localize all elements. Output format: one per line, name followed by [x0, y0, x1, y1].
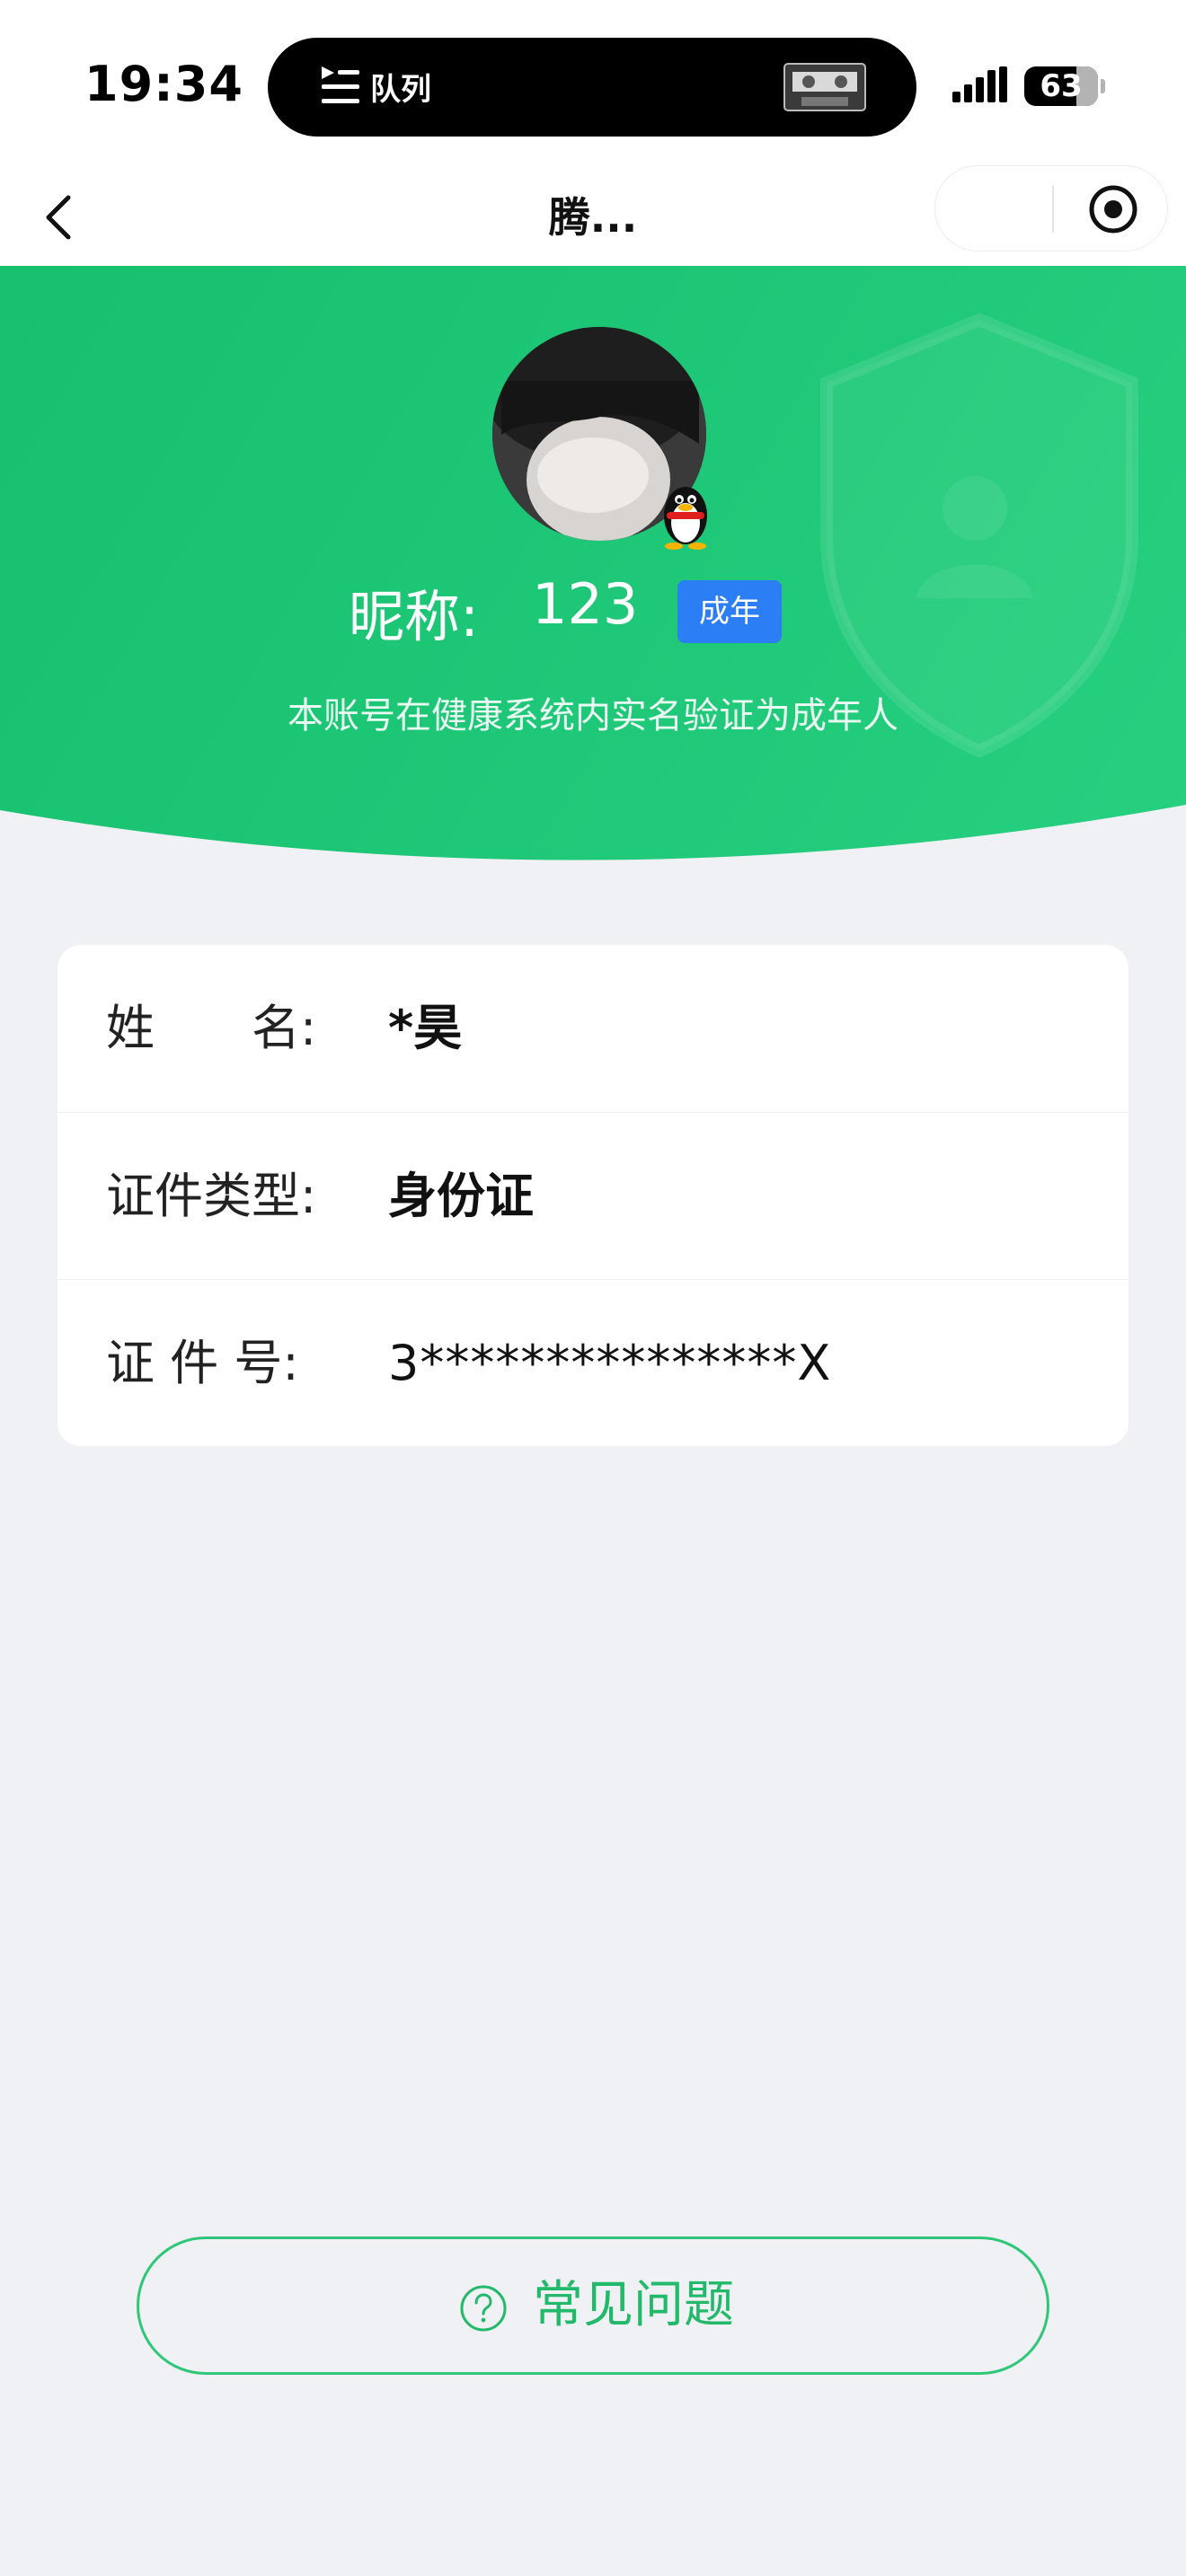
page: 19:34 队列 63 腾... 昵称: 123 成年 本账号在健康系统内实名验…	[0, 0, 1186, 2576]
mini-program-capsule	[934, 165, 1168, 251]
battery-level: 63	[1040, 68, 1083, 104]
id-number-label: 证 件 号:	[106, 1335, 299, 1391]
cassette-icon	[783, 63, 866, 111]
id-number-value: 3***************X	[388, 1335, 832, 1391]
question-circle-icon	[460, 2285, 507, 2332]
more-button[interactable]	[935, 166, 1052, 252]
navigation-bar: 腾...	[0, 162, 1186, 266]
nickname-value: 123	[532, 571, 639, 637]
page-title: 腾...	[548, 193, 638, 242]
dynamic-island[interactable]: 队列	[268, 38, 916, 137]
info-row-name: 姓 名: *昊	[58, 945, 1128, 1112]
adult-status-badge: 成年	[677, 580, 782, 643]
close-target-icon[interactable]	[1088, 184, 1138, 234]
signal-icon	[952, 66, 1007, 102]
name-value: *昊	[388, 1000, 463, 1056]
status-bar: 19:34 队列 63	[0, 0, 1186, 162]
nickname-label: 昵称:	[349, 584, 479, 649]
queue-label: 队列	[370, 72, 431, 108]
faq-button[interactable]: 常见问题	[137, 2236, 1049, 2375]
faq-label: 常见问题	[533, 2276, 734, 2334]
queue-icon	[322, 66, 359, 103]
qq-penguin-icon	[664, 487, 707, 550]
info-row-id-number: 证 件 号: 3***************X	[58, 1279, 1128, 1446]
name-label: 姓 名:	[106, 1000, 317, 1056]
profile-header: 昵称: 123 成年 本账号在健康系统内实名验证为成年人	[0, 266, 1186, 871]
capsule-divider	[1052, 186, 1054, 233]
back-button[interactable]	[36, 180, 90, 251]
status-time: 19:34	[84, 56, 243, 112]
id-type-value: 身份证	[388, 1168, 534, 1224]
info-row-id-type: 证件类型: 身份证	[58, 1112, 1128, 1279]
battery-nub	[1101, 79, 1105, 93]
identity-info-card: 姓 名: *昊 证件类型: 身份证 证 件 号: 3**************…	[58, 945, 1128, 1446]
verification-text: 本账号在健康系统内实名验证为成年人	[288, 695, 898, 737]
battery-icon: 63	[1024, 66, 1098, 106]
id-type-label: 证件类型:	[106, 1168, 317, 1224]
